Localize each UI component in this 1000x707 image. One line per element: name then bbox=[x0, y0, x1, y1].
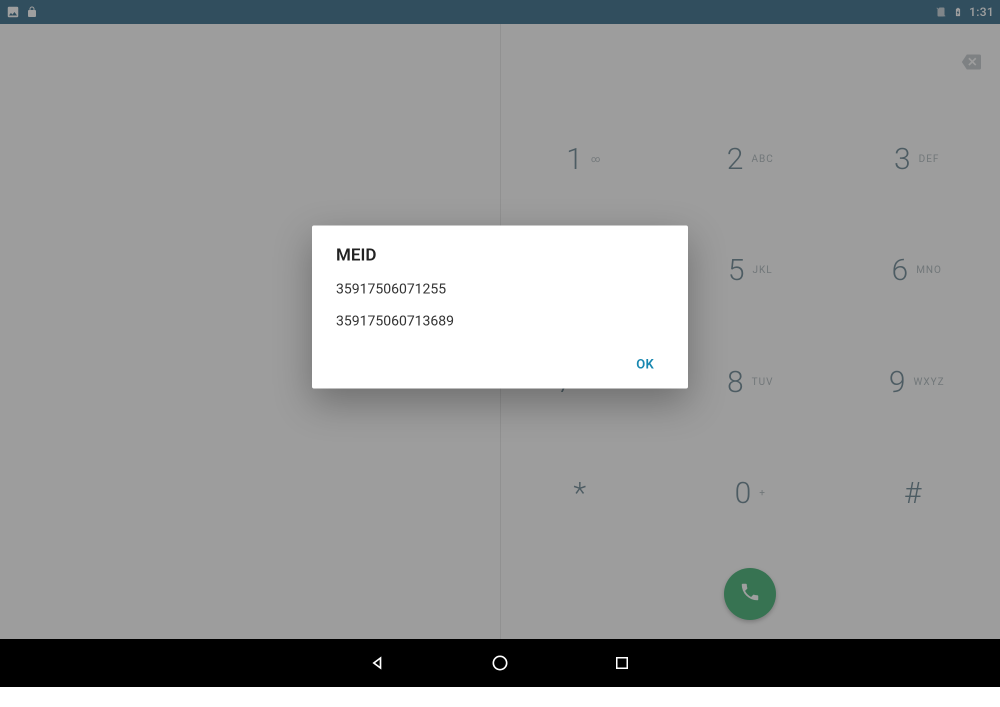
nav-recent-button[interactable] bbox=[611, 652, 633, 674]
meid-dialog: MEID 35917506071255 359175060713689 OK bbox=[312, 225, 688, 388]
meid-value-1: 35917506071255 bbox=[336, 281, 664, 297]
nav-back-button[interactable] bbox=[367, 652, 389, 674]
ok-button[interactable]: OK bbox=[626, 349, 664, 380]
dialog-actions: OK bbox=[336, 345, 664, 380]
nav-home-button[interactable] bbox=[489, 652, 511, 674]
dialog-title: MEID bbox=[336, 245, 664, 265]
bottom-margin bbox=[0, 687, 1000, 707]
navigation-bar bbox=[0, 639, 1000, 687]
device-frame: 1:31 1∞ 2ABC 3DEF 4GHI 5JKL 6MNO 7PQRS 8… bbox=[0, 0, 1000, 639]
meid-value-2: 359175060713689 bbox=[336, 313, 664, 329]
